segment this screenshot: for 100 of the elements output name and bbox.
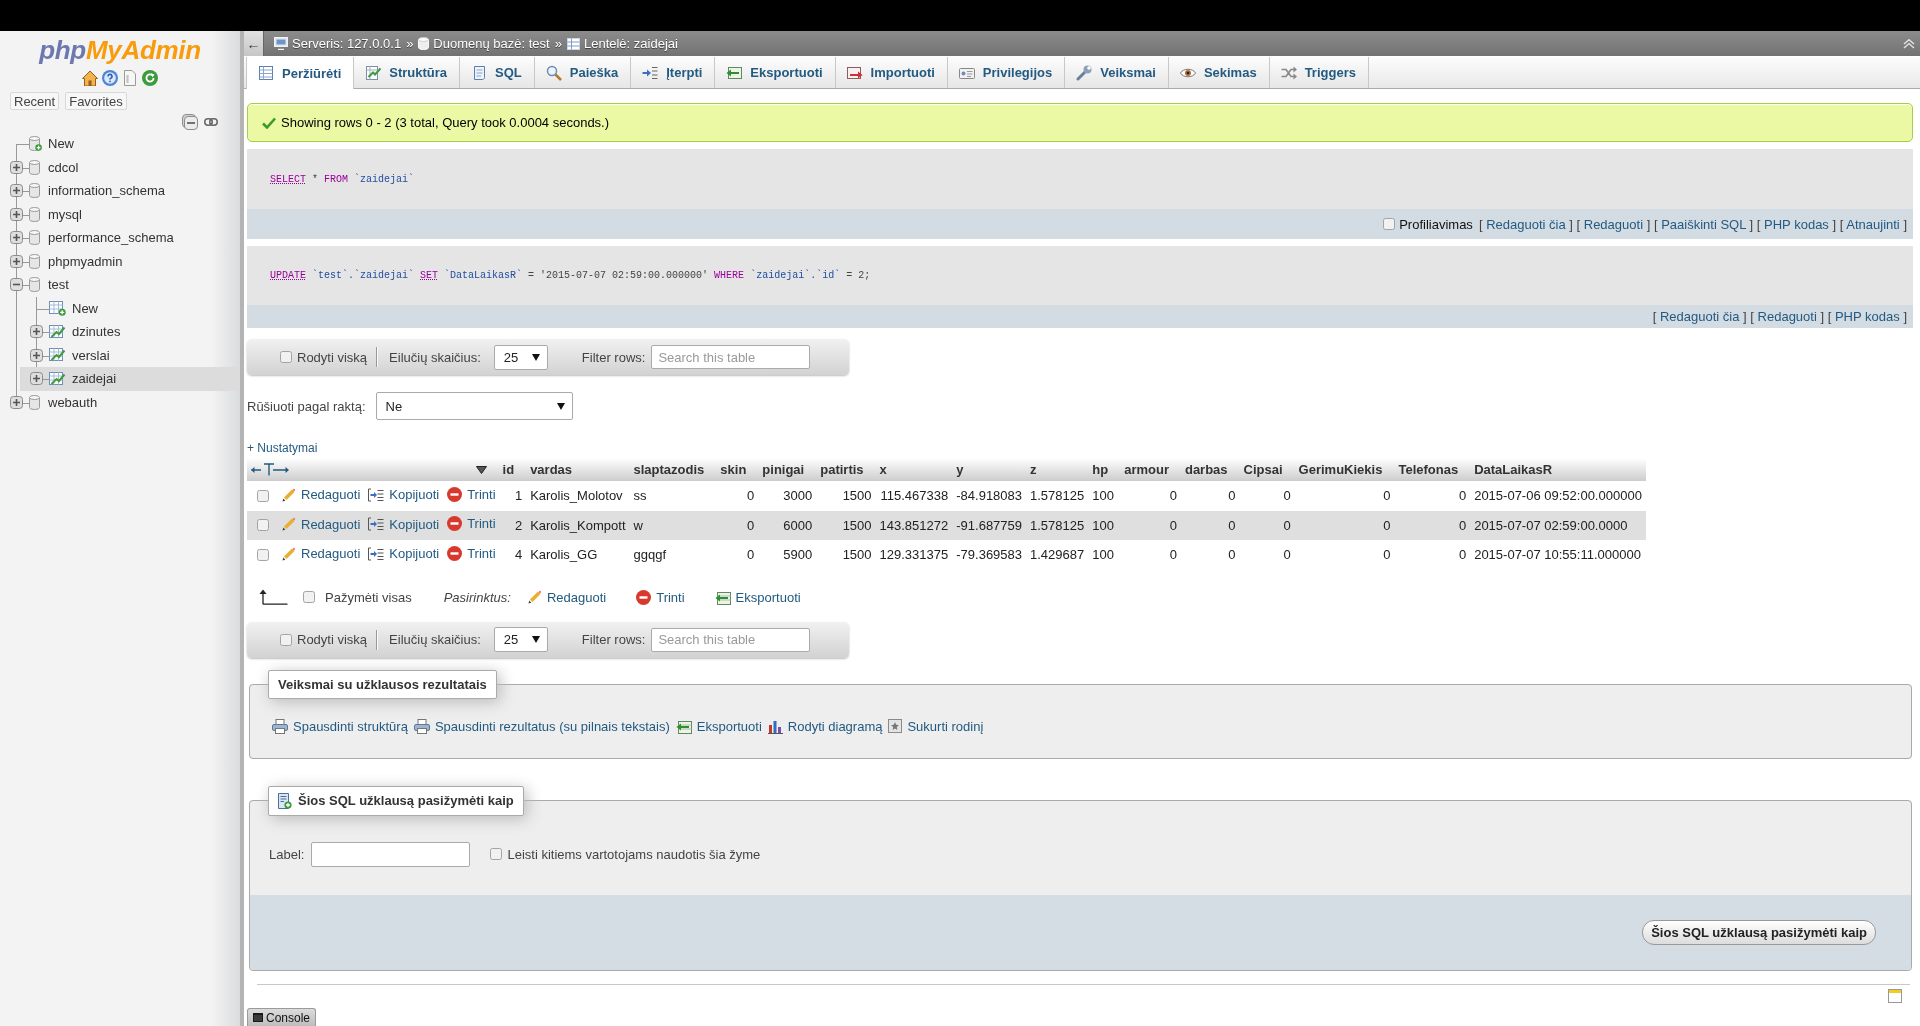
sql-keyword-link[interactable]: SET: [420, 270, 439, 281]
tab[interactable]: Peržiūrėti: [246, 57, 355, 89]
sort-select[interactable]: Ne: [375, 392, 573, 420]
export-link[interactable]: Eksportuoti: [675, 718, 762, 734]
column-header[interactable]: DataLaikasR: [1470, 458, 1646, 481]
checkbox[interactable]: [257, 548, 269, 561]
column-header[interactable]: Telefonas: [1394, 458, 1471, 481]
query-link[interactable]: Redaguoti: [1757, 309, 1817, 324]
window-icon[interactable]: [1888, 988, 1902, 1003]
sql-keyword-link[interactable]: UPDATE: [270, 270, 306, 281]
chart-link[interactable]: Rodyti diagramą: [767, 718, 883, 734]
filter-input[interactable]: Search this table: [651, 345, 811, 369]
delete-button[interactable]: Trinti: [636, 589, 685, 605]
back-button[interactable]: ←: [244, 31, 264, 56]
edit-link[interactable]: Redaguoti: [282, 487, 361, 502]
tree-item[interactable]: dzinutes: [20, 320, 240, 344]
plus-icon[interactable]: [10, 207, 23, 221]
filter-input[interactable]: Search this table: [651, 627, 811, 652]
plus-icon[interactable]: [30, 372, 43, 386]
tree-item[interactable]: cdcol: [0, 155, 240, 179]
delete-link[interactable]: Trinti: [447, 545, 496, 561]
tree-item[interactable]: New: [0, 132, 240, 156]
home-icon[interactable]: [82, 70, 98, 86]
tree-item[interactable]: mysql: [0, 202, 240, 226]
delete-link[interactable]: Trinti: [447, 486, 496, 502]
query-link[interactable]: Redaguoti čia: [1659, 309, 1740, 324]
document-icon[interactable]: [122, 70, 138, 86]
column-header[interactable]: darbas: [1180, 458, 1240, 481]
plus-icon[interactable]: [10, 395, 23, 409]
breadcrumb-link[interactable]: Duomenų bazė: test: [418, 36, 550, 51]
tree-item[interactable]: zaidejai: [20, 367, 240, 391]
query-link[interactable]: Redaguoti: [1583, 216, 1644, 232]
print-link[interactable]: Spausdinti rezultatus (su pilnais tekstais): [413, 718, 670, 734]
checkbox[interactable]: [1383, 218, 1396, 230]
column-header[interactable]: hp: [1088, 458, 1121, 481]
tree-item[interactable]: verslai: [20, 343, 240, 367]
export-button[interactable]: Eksportuoti: [714, 589, 801, 605]
checkbox[interactable]: [280, 633, 292, 646]
query-link[interactable]: Redaguoti čia: [1486, 216, 1566, 232]
options-link[interactable]: + Nustatymai: [247, 441, 318, 456]
delete-link[interactable]: Trinti: [447, 516, 496, 532]
minus-icon[interactable]: [10, 278, 23, 292]
column-header[interactable]: vardas: [526, 458, 630, 481]
column-header[interactable]: pinigai: [758, 458, 817, 481]
sidebar-tab[interactable]: Favorites: [65, 92, 127, 110]
label-input[interactable]: [311, 841, 471, 867]
copy-link[interactable]: Kopijuoti: [368, 546, 440, 561]
edit-button[interactable]: Redaguoti: [527, 589, 607, 605]
plus-icon[interactable]: [10, 184, 23, 198]
query-link[interactable]: Paaiškinti SQL: [1661, 216, 1746, 232]
checkbox[interactable]: [257, 519, 269, 532]
rows-select[interactable]: 25: [493, 627, 548, 652]
plus-icon[interactable]: [10, 160, 23, 174]
link-icon[interactable]: [204, 118, 218, 126]
column-header[interactable]: GerimuKiekis: [1294, 458, 1395, 481]
sidebar-tab[interactable]: Recent: [10, 92, 60, 110]
copy-link[interactable]: Kopijuoti: [368, 516, 440, 532]
column-header[interactable]: slaptazodis: [629, 458, 717, 481]
tree-item[interactable]: phpmyadmin: [0, 249, 240, 273]
column-header[interactable]: id: [498, 458, 527, 481]
plus-icon[interactable]: [30, 325, 43, 339]
column-header[interactable]: skin: [716, 458, 759, 481]
column-header[interactable]: armour: [1120, 458, 1181, 481]
query-link[interactable]: Atnaujinti: [1846, 216, 1900, 232]
query-link[interactable]: PHP kodas: [1764, 216, 1829, 232]
edit-link[interactable]: Redaguoti: [282, 516, 361, 532]
checkbox[interactable]: [257, 489, 269, 502]
column-header[interactable]: z: [1026, 458, 1089, 481]
tree-item[interactable]: New: [20, 296, 240, 320]
breadcrumb-link[interactable]: Lentelė: zaidejai: [566, 36, 678, 51]
column-header[interactable]: y: [952, 458, 1027, 481]
checkbox[interactable]: [490, 848, 503, 860]
tree-item[interactable]: webauth: [0, 390, 240, 414]
collapse-icon[interactable]: [1903, 38, 1915, 49]
edit-link[interactable]: Redaguoti: [282, 546, 361, 561]
checkbox[interactable]: [280, 351, 292, 363]
column-arrows-icon[interactable]: [251, 463, 289, 476]
print-link[interactable]: Spausdinti struktūrą: [272, 718, 408, 734]
reload-icon[interactable]: [142, 70, 158, 86]
tree-item[interactable]: test: [0, 273, 240, 297]
column-header[interactable]: x: [875, 458, 953, 481]
create-view-link[interactable]: Sukurti rodinį: [888, 718, 984, 734]
breadcrumb-link[interactable]: Serveris: 127.0.0.1: [274, 36, 402, 51]
console-tab[interactable]: Console: [247, 1008, 317, 1026]
column-header[interactable]: Cipsai: [1239, 458, 1295, 481]
plus-icon[interactable]: [30, 348, 43, 362]
sql-keyword-link[interactable]: SELECT: [270, 173, 306, 185]
bookmark-button[interactable]: Šios SQL užklausą pasižymėti kaip: [1642, 919, 1876, 945]
collapse-all-icon[interactable]: [182, 114, 198, 130]
column-header[interactable]: patirtis: [816, 458, 876, 481]
checkbox[interactable]: [303, 591, 315, 603]
plus-icon[interactable]: [10, 231, 23, 245]
tree-item[interactable]: performance_schema: [0, 226, 240, 250]
help-icon[interactable]: [102, 70, 118, 86]
rows-select[interactable]: 25: [493, 344, 548, 370]
tree-item[interactable]: information_schema: [0, 179, 240, 203]
query-link[interactable]: PHP kodas: [1834, 309, 1900, 324]
copy-link[interactable]: Kopijuoti: [368, 487, 440, 502]
triangle-icon[interactable]: [475, 465, 487, 474]
plus-icon[interactable]: [10, 254, 23, 268]
